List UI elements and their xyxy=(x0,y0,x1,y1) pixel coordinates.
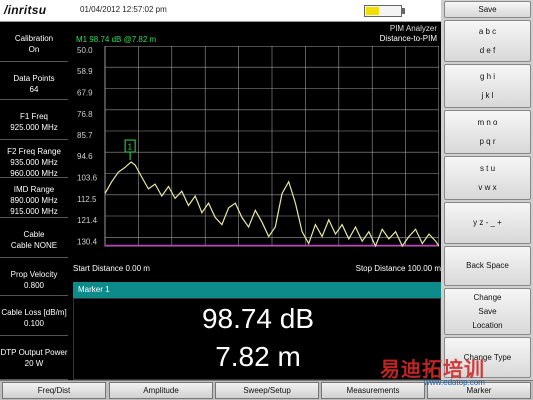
y-tick-label: 121.4 xyxy=(77,216,98,225)
graph-header: PIM Analyzer Distance-to-PIM M1 98.74 dB… xyxy=(68,22,441,46)
brand-logo: /inritsu xyxy=(4,3,47,17)
measurement-mode: Distance-to-PIM xyxy=(379,34,437,43)
parameter-value: 935.000 MHz xyxy=(10,158,58,167)
y-tick-label: 58.9 xyxy=(77,67,93,76)
marker-flag-label: 1 xyxy=(128,143,133,152)
menu-freq-dist[interactable]: Freq/Dist xyxy=(2,382,106,399)
analyzer-title: PIM Analyzer xyxy=(389,24,437,33)
parameter-f1-freq: F1 Freq 925.000 MHz xyxy=(0,100,68,140)
parameter-label: F2 Freq Range xyxy=(7,147,61,156)
parameter-value-2: 915.000 MHz xyxy=(10,207,58,216)
y-tick-label: 67.9 xyxy=(77,89,93,98)
parameter-f2-freq-range: F2 Freq Range 935.000 MHz 960.000 MHz xyxy=(0,140,68,178)
softkey-save[interactable]: Save xyxy=(444,1,531,18)
parameter-cable-loss-db-m: Cable Loss [dB/m] 0.100 xyxy=(0,296,68,336)
marker-value-db: 98.74 dB xyxy=(201,303,315,334)
parameter-label: Cable xyxy=(23,230,45,239)
y-tick-label: 50.0 xyxy=(77,46,93,55)
y-tick-label: 130.4 xyxy=(77,237,98,246)
softkey-m-n-o[interactable]: m n o p q r xyxy=(444,110,531,154)
watermark-url: www.edatop.com xyxy=(424,378,485,387)
softkey-label: Back Space xyxy=(466,261,509,270)
softkey-label: p q r xyxy=(479,137,496,146)
date-time: 01/04/2012 12:57:02 pm xyxy=(80,5,167,14)
softkey-label: v w x xyxy=(478,183,497,192)
softkey-change[interactable]: Change Save Location xyxy=(444,288,531,335)
softkey-s-t-u[interactable]: s t u v w x xyxy=(444,156,531,200)
marker-table-header: Marker 1 xyxy=(73,282,441,298)
battery-tip-icon xyxy=(402,8,405,14)
softkey-label: g h i xyxy=(479,72,496,81)
parameter-label: IMD Range xyxy=(13,185,55,194)
parameter-label: DTP Output Power xyxy=(0,348,68,357)
battery-level-fill xyxy=(366,7,379,15)
softkey-label: Location xyxy=(472,320,503,330)
softkey-a-b-c[interactable]: a b c d e f xyxy=(444,20,531,62)
y-tick-label: 103.6 xyxy=(77,174,98,183)
parameter-value: 20 W xyxy=(24,359,44,368)
marker-readout: M1 98.74 dB @7.82 m xyxy=(76,35,157,44)
parameter-label: F1 Freq xyxy=(19,112,48,121)
y-tick-label: 76.8 xyxy=(77,110,93,119)
y-tick-label: 94.6 xyxy=(77,152,93,161)
softkey-g-h-i[interactable]: g h i j k l xyxy=(444,64,531,108)
softkey-label: Change xyxy=(473,292,502,302)
battery-icon xyxy=(364,5,402,17)
softkey-y-z[interactable]: y z - _ + xyxy=(444,202,531,244)
softkey-label: y z - _ + xyxy=(473,218,502,227)
parameter-value: Cable NONE xyxy=(10,241,58,250)
stop-distance: Stop Distance 100.00 m xyxy=(355,264,441,273)
menu-sweep-setup[interactable]: Sweep/Setup xyxy=(215,382,319,399)
parameter-value: 64 xyxy=(29,85,39,94)
softkey-label: d e f xyxy=(479,46,496,55)
dtp-graph[interactable]: 50.0 58.9 67.9 76.8 85.7 94.6 103.6 112.5 121.4 1… xyxy=(73,46,439,258)
softkey-label: Save xyxy=(478,306,497,316)
parameter-cable: Cable Cable NONE xyxy=(0,218,68,258)
parameter-label: Prop Velocity xyxy=(10,270,58,279)
parameter-label: Data Points xyxy=(13,74,55,83)
softkey-back-space[interactable]: Back Space xyxy=(444,246,531,286)
parameter-value: On xyxy=(28,45,40,54)
softkey-label: j k l xyxy=(481,91,494,100)
menu-amplitude[interactable]: Amplitude xyxy=(109,382,213,399)
parameter-value: 925.000 MHz xyxy=(10,123,58,132)
parameter-label: Calibration xyxy=(14,34,54,43)
softkey-label: m n o xyxy=(477,118,498,127)
start-distance: Start Distance 0.00 m xyxy=(73,264,150,273)
parameter-imd-range: IMD Range 890.000 MHz 915.000 MHz xyxy=(0,178,68,218)
parameter-label: Cable Loss [dB/m] xyxy=(1,308,67,317)
parameter-value: 0.100 xyxy=(23,319,45,328)
y-tick-label: 112.5 xyxy=(77,195,97,204)
softkey-label: s t u xyxy=(479,164,496,173)
parameter-value: 0.800 xyxy=(23,281,45,290)
parameter-value: 890.000 MHz xyxy=(10,196,58,205)
parameter-prop-velocity: Prop Velocity 0.800 xyxy=(0,258,68,296)
parameter-data-points: Data Points 64 xyxy=(0,62,68,100)
y-tick-label: 85.7 xyxy=(77,131,93,140)
softkey-label: a b c xyxy=(478,27,497,36)
parameter-dtp-output-power: DTP Output Power 20 W xyxy=(0,336,68,380)
parameter-calibration: Calibration On xyxy=(0,22,68,62)
menu-measurements[interactable]: Measurements xyxy=(321,382,425,399)
softkey-label: Save xyxy=(478,4,497,14)
